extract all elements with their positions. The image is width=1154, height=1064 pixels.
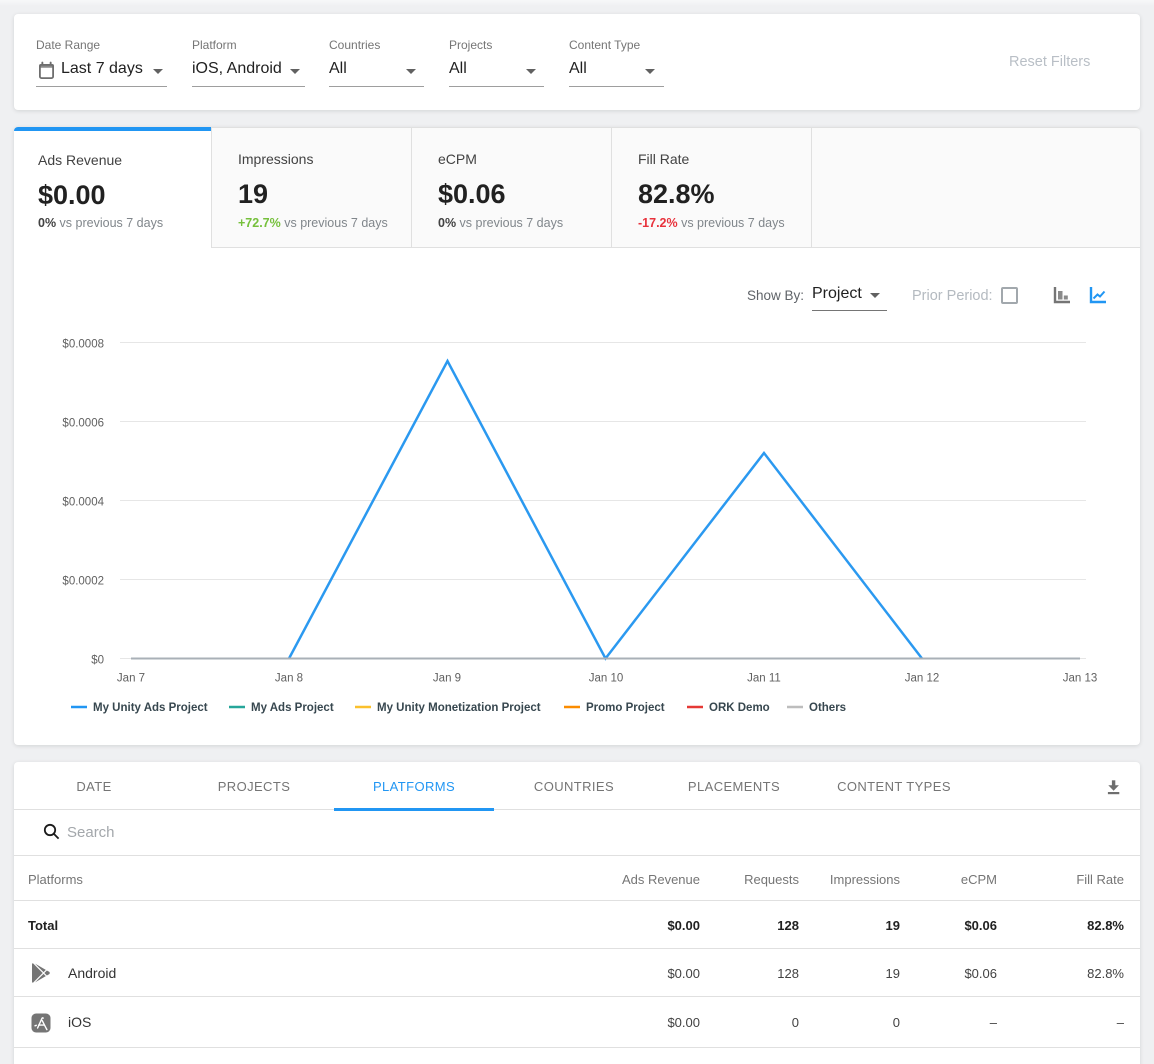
svg-text:$0.0006: $0.0006	[62, 418, 104, 430]
svg-text:Others: Others	[809, 702, 846, 714]
svg-text:Jan 13: Jan 13	[1063, 673, 1098, 685]
svg-text:Jan 12: Jan 12	[905, 673, 940, 685]
svg-text:Jan 10: Jan 10	[589, 673, 624, 685]
svg-text:Promo Project: Promo Project	[586, 702, 665, 714]
svg-text:Jan 7: Jan 7	[117, 673, 145, 685]
svg-text:Jan 9: Jan 9	[433, 673, 461, 685]
svg-text:ORK Demo: ORK Demo	[709, 702, 770, 714]
svg-text:$0.0002: $0.0002	[62, 576, 104, 588]
svg-text:Jan 8: Jan 8	[275, 673, 303, 685]
svg-text:Jan 11: Jan 11	[747, 673, 781, 685]
svg-text:$0: $0	[91, 655, 104, 667]
svg-text:$0.0008: $0.0008	[62, 339, 104, 351]
svg-text:My Unity Monetization Project: My Unity Monetization Project	[377, 702, 541, 714]
svg-text:$0.0004: $0.0004	[62, 497, 104, 509]
svg-text:My Ads Project: My Ads Project	[251, 702, 334, 714]
svg-text:My Unity Ads Project: My Unity Ads Project	[93, 702, 208, 714]
